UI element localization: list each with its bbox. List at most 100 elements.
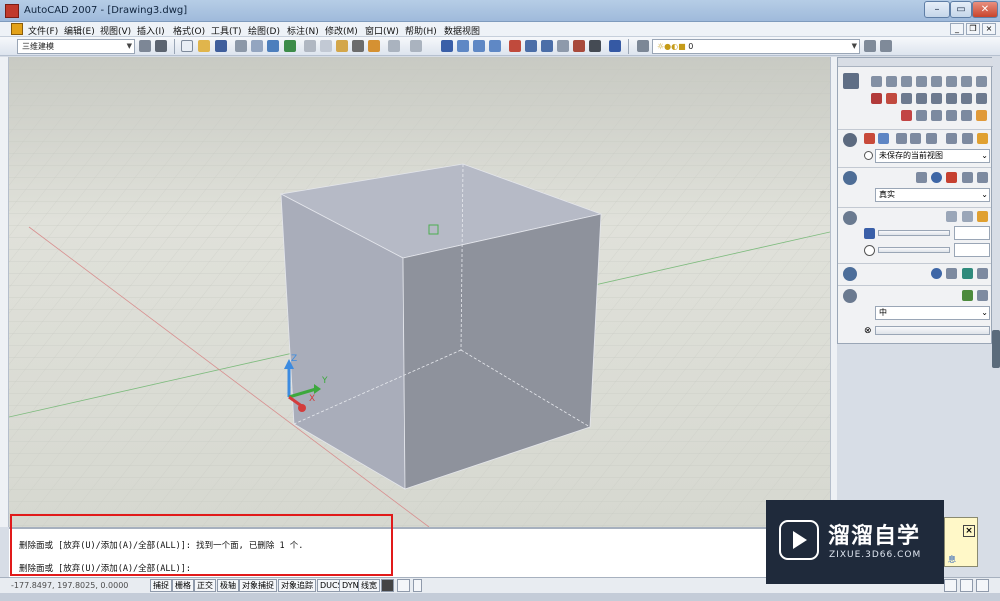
sheet-set-icon[interactable] [557,40,569,52]
clean-screen-icon[interactable] [976,579,989,592]
3d-dwf-icon[interactable] [284,40,296,52]
menu-draw[interactable]: 绘图(D) [248,24,280,37]
grid-toggle[interactable]: 栅格 [172,579,194,592]
menu-format[interactable]: 格式(O) [173,24,205,37]
time-slider[interactable] [878,247,950,253]
status-menu-icon[interactable] [413,579,422,592]
view-radio-icon[interactable] [864,151,873,160]
gizmo-tool-icon[interactable] [886,93,897,104]
conceptual-style-icon[interactable] [946,172,957,183]
zoom-tool-icon[interactable] [878,133,889,144]
presspull-tool-icon[interactable] [961,93,972,104]
sweep-tool-icon[interactable] [931,93,942,104]
named-view-select[interactable]: 未保存的当前视图 ⌄ [875,149,990,163]
camera-tool-icon[interactable] [946,133,957,144]
zoom-window-icon[interactable] [473,40,485,52]
slice-tool-icon[interactable] [976,93,987,104]
light-list-icon[interactable] [962,211,973,222]
side-handle[interactable] [992,330,1000,368]
zoom-previous-icon[interactable] [489,40,501,52]
redo-icon[interactable] [410,40,422,52]
render-window-icon[interactable] [977,290,988,301]
annotation-icon[interactable] [397,579,410,592]
ucs-tool-icon[interactable] [871,93,882,104]
copy-icon[interactable] [320,40,332,52]
calculator-icon[interactable] [589,40,601,52]
layer-select[interactable]: ☼●◐■ 0 ▼ [652,39,860,54]
palette-grip[interactable] [838,58,993,67]
block-editor-icon[interactable] [368,40,380,52]
publish-icon[interactable] [267,40,279,52]
layer-manager-icon[interactable] [637,40,649,52]
cylinder-tool-icon[interactable] [931,76,942,87]
helix-tool-icon[interactable] [976,76,987,87]
material-preview-icon[interactable] [931,268,942,279]
render-tool-icon[interactable] [962,290,973,301]
face-style-icon[interactable] [977,172,988,183]
menu-data-view[interactable]: 数据视图 [444,24,480,37]
realistic-style-icon[interactable] [931,172,942,183]
workspace-select[interactable]: 三维建模 ▼ [17,39,135,54]
interfere-tool-icon[interactable] [946,110,957,121]
tray-menu-icon[interactable] [960,579,973,592]
doc-close-button[interactable]: × [982,23,996,35]
markup-icon[interactable] [573,40,585,52]
menu-edit[interactable]: 编辑(E) [64,24,95,37]
design-center-icon[interactable] [525,40,537,52]
osnap-toggle[interactable]: 对象捕捉 [239,579,277,592]
extrude-tool-icon[interactable] [901,93,912,104]
undo-icon[interactable] [388,40,400,52]
menu-window[interactable]: 窗口(W) [365,24,399,37]
tray-settings-icon[interactable] [944,579,957,592]
viewport-scroll-strip[interactable] [830,57,837,527]
autocad-app-icon[interactable] [5,4,19,18]
new-file-icon[interactable] [181,40,193,52]
bubble-close-icon[interactable]: × [963,525,975,537]
tool-palettes-icon[interactable] [541,40,553,52]
help-icon[interactable] [609,40,621,52]
doc-minimize-button[interactable]: _ [950,23,964,35]
revolve-tool-icon[interactable] [916,93,927,104]
open-file-icon[interactable] [198,40,210,52]
date-slider[interactable] [878,230,950,236]
view-manager-icon[interactable] [962,133,973,144]
minimize-button[interactable]: – [924,1,950,18]
polar-toggle[interactable]: 极轴 [217,579,239,592]
exposure-slider[interactable] [875,326,990,335]
snap-toggle[interactable]: 捕捉 [150,579,172,592]
layer-previous-icon[interactable] [880,40,892,52]
2d-wireframe-icon[interactable] [916,172,927,183]
orbit-tool-icon[interactable] [864,133,875,144]
fly-tool-icon[interactable] [926,133,937,144]
print-preview-icon[interactable] [251,40,263,52]
render-quality-select[interactable]: 中 ⌄ [875,306,990,320]
save-icon[interactable] [215,40,227,52]
properties-icon[interactable] [509,40,521,52]
projection-icon[interactable] [977,133,988,144]
doc-restore-button[interactable]: ❐ [966,23,980,35]
cone-tool-icon[interactable] [901,76,912,87]
menu-view[interactable]: 视图(V) [100,24,131,37]
intersect-tool-icon[interactable] [931,110,942,121]
thicken-tool-icon[interactable] [961,110,972,121]
union-tool-icon[interactable] [901,110,912,121]
menu-help[interactable]: 帮助(H) [405,24,437,37]
paste-icon[interactable] [336,40,348,52]
bubble-info-link[interactable]: 息 [948,554,956,565]
material-window-icon[interactable] [977,268,988,279]
material-attach-icon[interactable] [946,268,957,279]
sphere-tool-icon[interactable] [916,76,927,87]
time-field[interactable] [954,243,990,257]
torus-tool-icon[interactable] [961,76,972,87]
model-icon[interactable] [381,579,394,592]
sun-tool-icon[interactable] [946,211,957,222]
pyramid-tool-icon[interactable] [946,76,957,87]
menu-dimension[interactable]: 标注(N) [287,24,319,37]
material-map-icon[interactable] [962,268,973,279]
menu-file[interactable]: 文件(F) [28,24,58,37]
subtract-tool-icon[interactable] [916,110,927,121]
loft-tool-icon[interactable] [946,93,957,104]
workspace-settings-icon[interactable] [139,40,151,52]
pan-tool-icon[interactable] [896,133,907,144]
lineweight-toggle[interactable]: 线宽 [358,579,380,592]
